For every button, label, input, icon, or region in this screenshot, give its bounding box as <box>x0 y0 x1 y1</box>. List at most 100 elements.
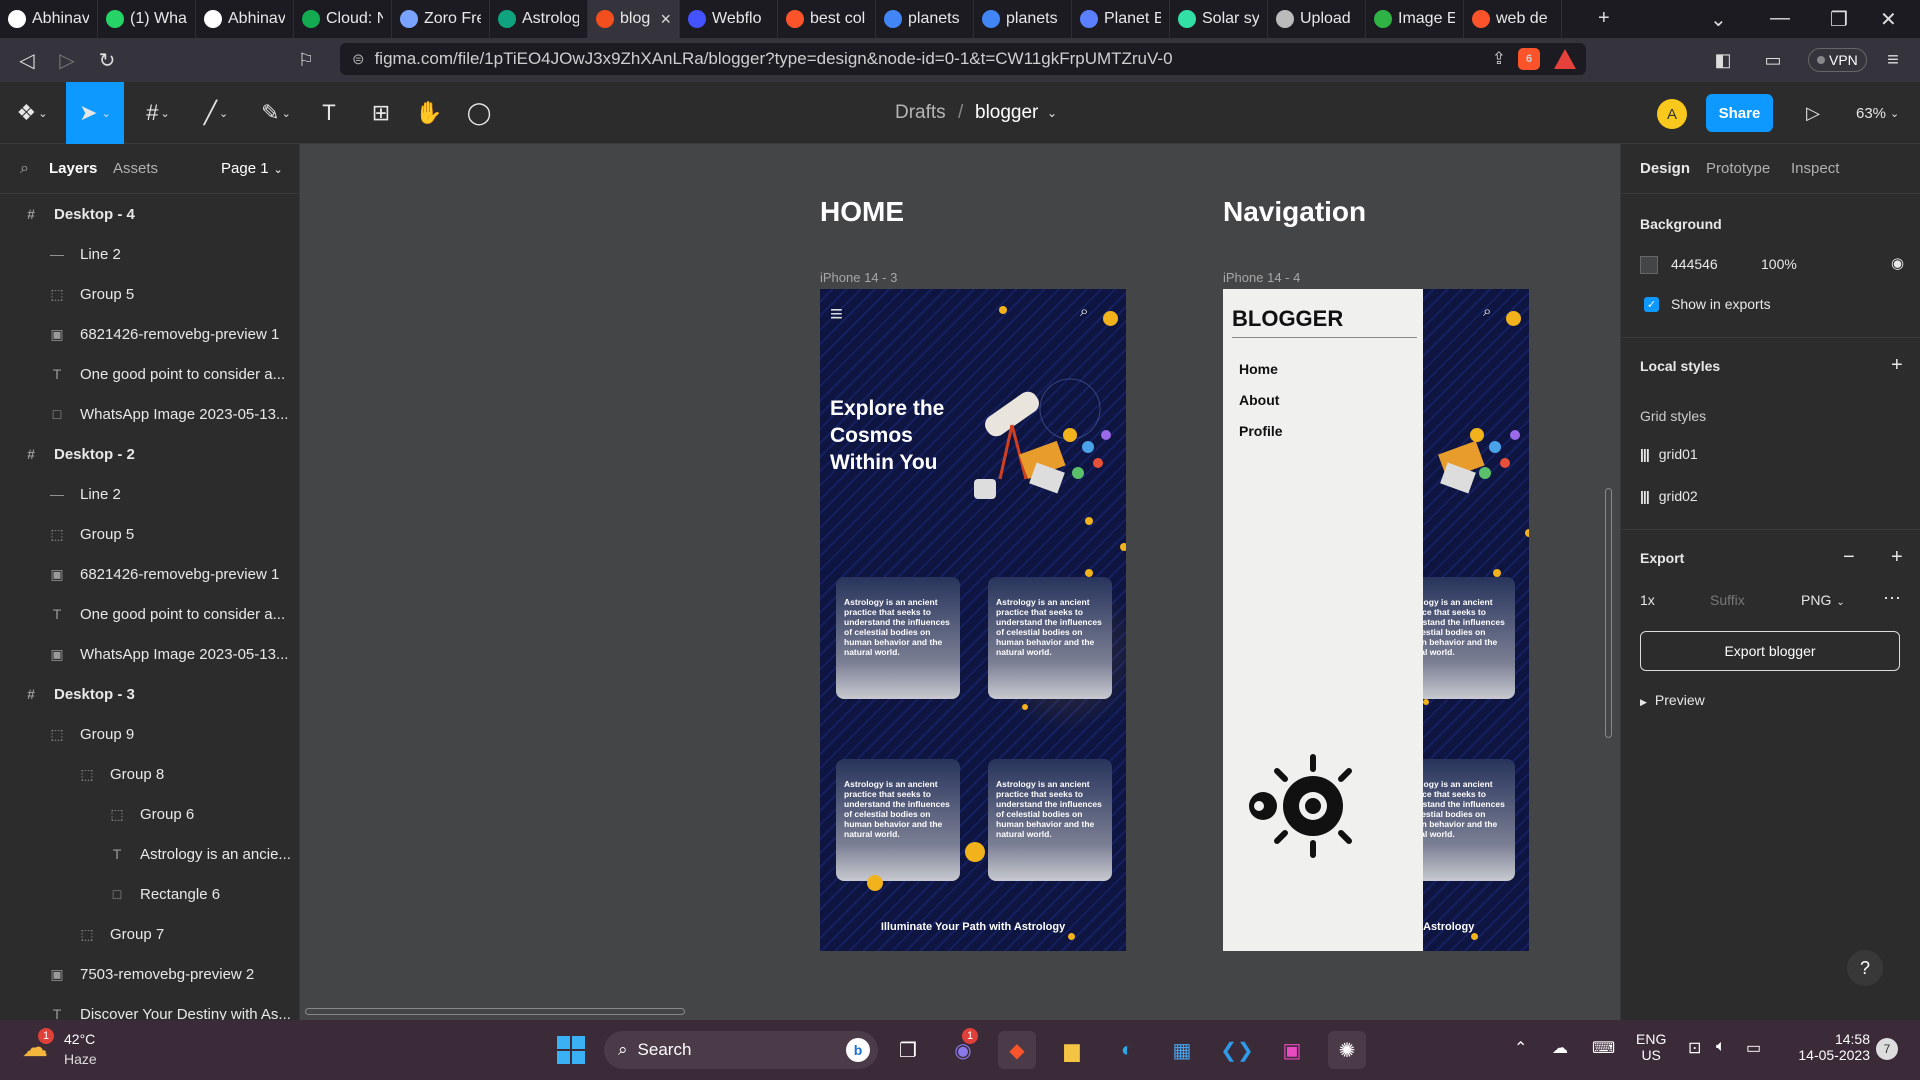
file-name[interactable]: blogger <box>975 82 1038 144</box>
grid-style-item[interactable]: ||| grid02 <box>1640 488 1698 504</box>
background-swatch[interactable] <box>1640 256 1658 274</box>
remove-export-icon[interactable]: − <box>1843 546 1855 569</box>
export-button[interactable]: Export blogger <box>1640 631 1900 671</box>
layer-row[interactable]: — Line 2 <box>0 234 300 274</box>
breadcrumb-drafts[interactable]: Drafts <box>895 82 946 144</box>
brave-browser-icon[interactable]: ◆ <box>998 1031 1036 1069</box>
tab-layers[interactable]: Layers <box>49 160 97 177</box>
layer-row[interactable]: T One good point to consider a... <box>0 354 300 394</box>
battery-icon[interactable]: ▭ <box>1746 1038 1761 1058</box>
tab-prototype[interactable]: Prototype <box>1706 160 1770 177</box>
sidebar-toggle-icon[interactable]: ◧ <box>1710 47 1736 73</box>
browser-tab[interactable]: Abhinav <box>0 0 98 38</box>
network-icon[interactable]: ⊡ <box>1688 1038 1701 1058</box>
brave-shield-icon[interactable]: 6 <box>1518 48 1540 70</box>
browser-tab[interactable]: Abhinav <box>196 0 294 38</box>
layer-row[interactable]: ⬚ Group 5 <box>0 514 300 554</box>
show-hidden-icons-icon[interactable]: ⌃ <box>1514 1038 1527 1058</box>
zoom-level[interactable]: 63% ⌄ <box>1856 82 1899 144</box>
browser-tab[interactable]: planets <box>876 0 974 38</box>
frame-tool-icon[interactable]: # ⌄ <box>138 82 178 144</box>
export-scale-select[interactable]: 1x <box>1640 592 1655 608</box>
help-icon[interactable]: ? <box>1847 950 1883 986</box>
browser-tab[interactable]: Astrolog <box>490 0 588 38</box>
move-tool-icon[interactable]: ➤ ⌄ <box>66 82 124 144</box>
keyboard-icon[interactable]: ⌨ <box>1592 1038 1615 1058</box>
wallet-icon[interactable]: ▭ <box>1760 47 1786 73</box>
browser-tab[interactable]: web de <box>1464 0 1562 38</box>
layer-row[interactable]: □ Rectangle 6 <box>0 874 300 914</box>
layer-row[interactable]: # Desktop - 3 <box>0 674 300 714</box>
browser-tab[interactable]: (1) Wha <box>98 0 196 38</box>
reload-icon[interactable]: ↻ <box>94 47 120 73</box>
layer-row[interactable]: ▣ WhatsApp Image 2023-05-13... <box>0 634 300 674</box>
background-hex-field[interactable]: 444546 <box>1671 256 1718 272</box>
present-play-icon[interactable]: ▷ <box>1798 82 1828 144</box>
layer-row[interactable]: ▣ 6821426-removebg-preview 1 <box>0 554 300 594</box>
layer-row[interactable]: □ WhatsApp Image 2023-05-13... <box>0 394 300 434</box>
vertical-scrollbar[interactable] <box>1605 488 1612 738</box>
vscode-icon[interactable]: ❮❯ <box>1218 1031 1256 1069</box>
figma-menu-icon[interactable]: ❖ ⌄ <box>12 82 52 144</box>
edge-browser-icon[interactable]: ◐ <box>1108 1031 1146 1069</box>
close-window-icon[interactable]: ✕ <box>1880 7 1897 32</box>
background-opacity-field[interactable]: 100% <box>1761 256 1797 272</box>
ms-store-icon[interactable]: ▦ <box>1163 1031 1201 1069</box>
layer-row[interactable]: ▣ 6821426-removebg-preview 1 <box>0 314 300 354</box>
tab-design[interactable]: Design <box>1640 160 1690 177</box>
onedrive-icon[interactable]: ☁ <box>1552 1038 1568 1058</box>
language-indicator[interactable]: ENG US <box>1636 1031 1666 1063</box>
notification-badge[interactable]: 7 <box>1876 1038 1898 1060</box>
layer-row[interactable]: ⬚ Group 8 <box>0 754 300 794</box>
browser-tab[interactable]: Solar sy <box>1170 0 1268 38</box>
nav-item-about[interactable]: About <box>1239 392 1279 408</box>
resources-icon[interactable]: ⊞ <box>364 82 398 144</box>
design-canvas[interactable]: HOME Navigation iPhone 14 - 3 iPhone 14 … <box>300 144 1620 1020</box>
browser-tab[interactable]: best col <box>778 0 876 38</box>
text-tool-icon[interactable]: T <box>312 82 346 144</box>
layer-row[interactable]: ⬚ Group 5 <box>0 274 300 314</box>
horizontal-scrollbar[interactable] <box>305 1008 685 1015</box>
grid-style-item[interactable]: ||| grid01 <box>1640 446 1698 462</box>
tab-list-icon[interactable]: ⌄ <box>1710 7 1727 32</box>
browser-tab[interactable]: Zoro Fre <box>392 0 490 38</box>
file-menu-chevron-icon[interactable]: ⌄ <box>1047 82 1057 144</box>
new-tab-icon[interactable]: + <box>1598 7 1610 30</box>
export-format-select[interactable]: PNG ⌄ <box>1801 592 1845 608</box>
line-tool-icon[interactable]: ╱ ⌄ <box>196 82 236 144</box>
browser-tab[interactable]: Image E <box>1366 0 1464 38</box>
iphone-frame-navigation[interactable]: ⌕ Astrology is an ancient practice that … <box>1223 289 1529 951</box>
export-suffix-input[interactable]: Suffix <box>1710 592 1745 608</box>
vpn-button[interactable]: VPN <box>1808 48 1867 72</box>
hand-tool-icon[interactable]: ✋ <box>412 82 446 144</box>
layer-row[interactable]: # Desktop - 2 <box>0 434 300 474</box>
layer-row[interactable]: T Astrology is an ancie... <box>0 834 300 874</box>
tab-inspect[interactable]: Inspect <box>1791 160 1839 177</box>
brave-rewards-icon[interactable] <box>1554 49 1576 69</box>
close-tab-icon[interactable]: × <box>660 9 671 30</box>
layer-row[interactable]: ⬚ Group 7 <box>0 914 300 954</box>
windows-start-icon[interactable] <box>552 1031 590 1069</box>
site-info-icon[interactable]: ⊜ <box>352 50 365 68</box>
frame-label-iphone-3[interactable]: iPhone 14 - 3 <box>820 270 897 285</box>
maximize-icon[interactable]: ❐ <box>1830 7 1848 32</box>
figma-app-icon[interactable]: ✺ <box>1328 1031 1366 1069</box>
minimize-icon[interactable]: — <box>1770 7 1790 30</box>
browser-tab[interactable]: Planet B <box>1072 0 1170 38</box>
tab-assets[interactable]: Assets <box>113 160 158 177</box>
intellij-icon[interactable]: ▣ <box>1273 1031 1311 1069</box>
layer-row[interactable]: ⬚ Group 6 <box>0 794 300 834</box>
forward-icon[interactable]: ▷ <box>54 47 80 73</box>
layer-row[interactable]: ⬚ Group 9 <box>0 714 300 754</box>
nav-item-home[interactable]: Home <box>1239 361 1278 377</box>
volume-icon[interactable]: 🔈︎ <box>1716 1038 1726 1056</box>
share-page-icon[interactable]: ⇪ <box>1492 49 1506 69</box>
browser-tab[interactable]: Upload <box>1268 0 1366 38</box>
iphone-frame-home[interactable]: ≡ ⌕ Explore the Cosmos Within You Astrol… <box>820 289 1126 951</box>
browser-tab[interactable]: Webflo <box>680 0 778 38</box>
export-more-icon[interactable]: ⋯ <box>1883 588 1901 609</box>
layer-row[interactable]: — Line 2 <box>0 474 300 514</box>
layer-row[interactable]: T One good point to consider a... <box>0 594 300 634</box>
browser-tab[interactable]: blog × <box>588 0 680 38</box>
browser-menu-icon[interactable]: ≡ <box>1880 47 1906 73</box>
